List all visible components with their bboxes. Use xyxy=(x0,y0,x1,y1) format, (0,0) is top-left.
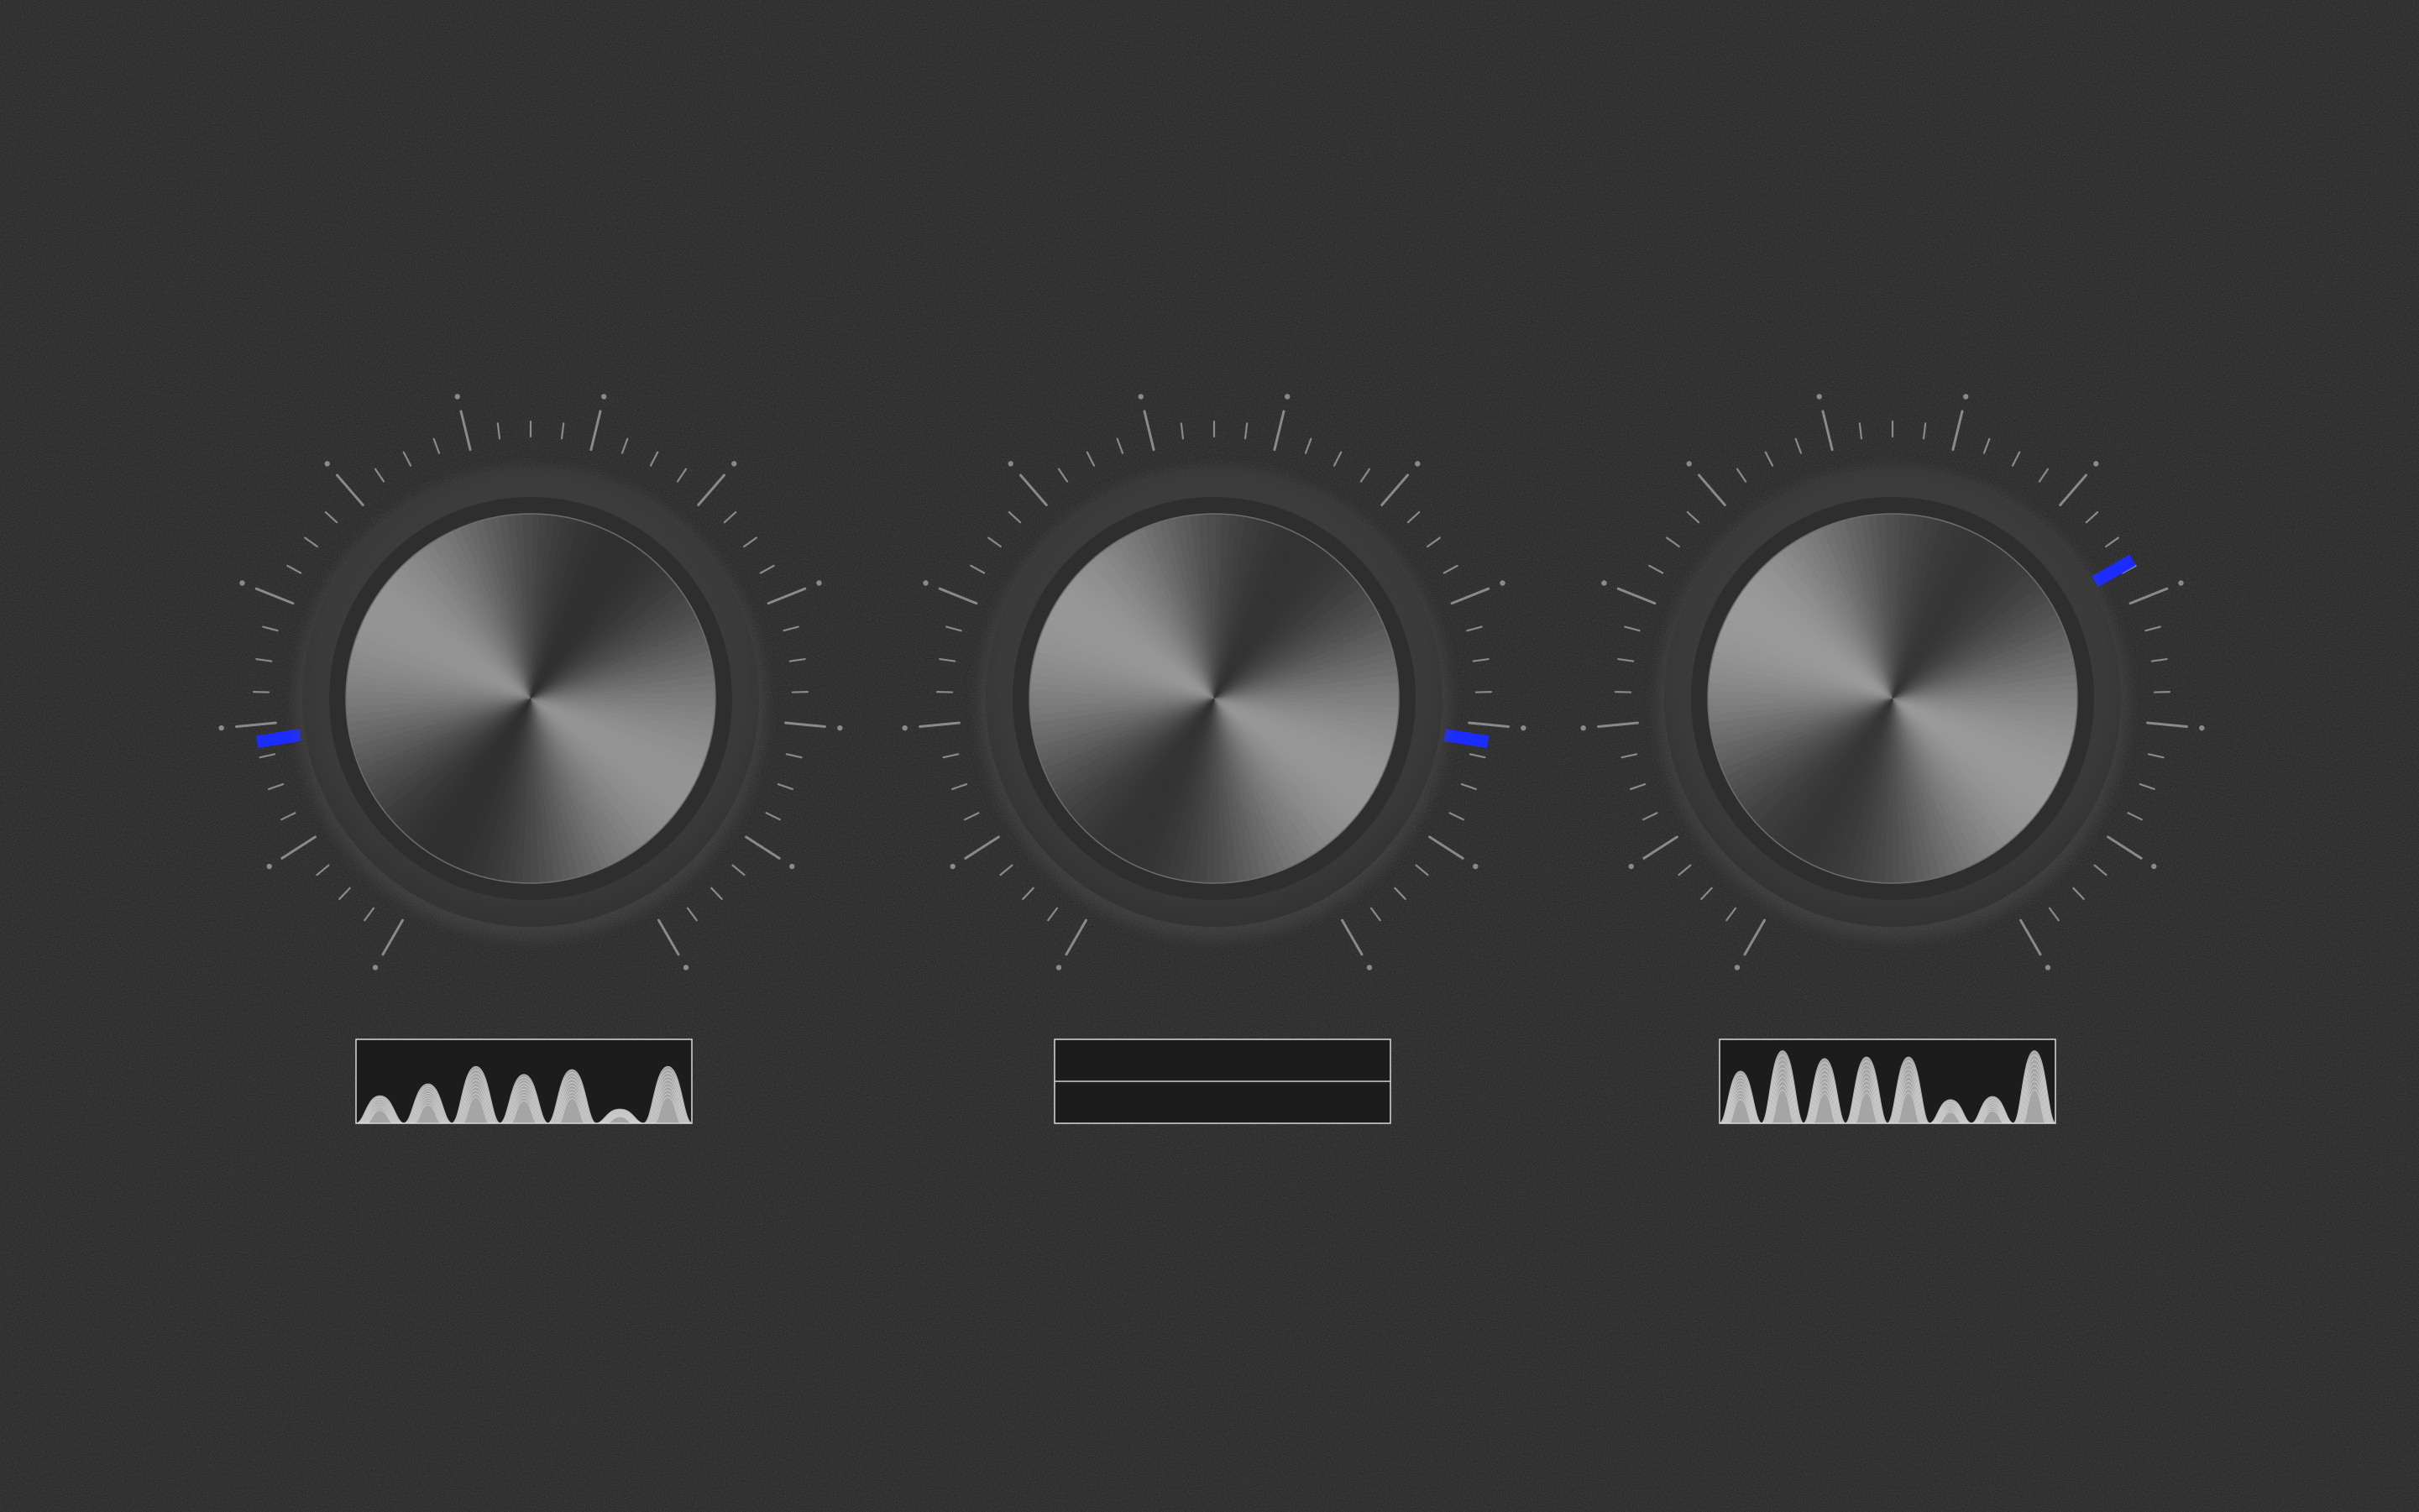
scale-dot xyxy=(2093,461,2099,467)
value-indicator xyxy=(255,729,301,749)
scale-dot xyxy=(1601,580,1607,586)
scale-dot xyxy=(837,725,843,731)
scale-dot xyxy=(1366,965,1373,971)
scale-dot xyxy=(1686,461,1692,467)
scale-dot xyxy=(1138,394,1144,400)
scale-dot xyxy=(324,461,330,467)
scale-dot xyxy=(372,965,379,971)
scale-dot xyxy=(950,863,956,870)
scale-dot xyxy=(1816,394,1822,400)
scale-dot xyxy=(1521,725,1526,731)
scale-dot xyxy=(683,965,689,971)
scale-dot xyxy=(454,394,460,400)
value-display xyxy=(1054,1039,1391,1124)
scale-dot xyxy=(789,863,795,870)
knob-panel xyxy=(0,0,2419,1512)
scale-dot xyxy=(1008,461,1013,467)
scale-dot xyxy=(2178,580,2184,586)
knob-cap[interactable] xyxy=(346,514,715,883)
scale-dot xyxy=(2199,725,2205,731)
value-indicator xyxy=(1443,729,1490,749)
value-display xyxy=(1719,1039,2056,1124)
scale-dot xyxy=(1580,725,1586,731)
scale-dot xyxy=(1285,394,1291,400)
scale-dot xyxy=(1500,580,1505,586)
knob-cap[interactable] xyxy=(1708,514,2078,883)
scale-dot xyxy=(816,580,822,586)
scale-dot xyxy=(1415,461,1421,467)
scale-dot xyxy=(2151,863,2157,870)
scale-dot xyxy=(601,394,607,400)
scale-dot xyxy=(239,580,245,586)
scale-dot xyxy=(1055,965,1062,971)
scale-dot xyxy=(1963,394,1969,400)
scale-dot xyxy=(923,580,929,586)
scale-dot xyxy=(902,725,908,731)
scale-dot xyxy=(2045,965,2051,971)
value-display xyxy=(355,1039,693,1124)
scale-dot xyxy=(266,863,272,870)
scale-dot xyxy=(1473,863,1479,870)
scale-dot xyxy=(218,725,224,731)
knob-cap[interactable] xyxy=(1029,514,1399,883)
scale-dot xyxy=(731,461,737,467)
scale-dot xyxy=(1734,965,1741,971)
scale-dot xyxy=(1628,863,1634,870)
